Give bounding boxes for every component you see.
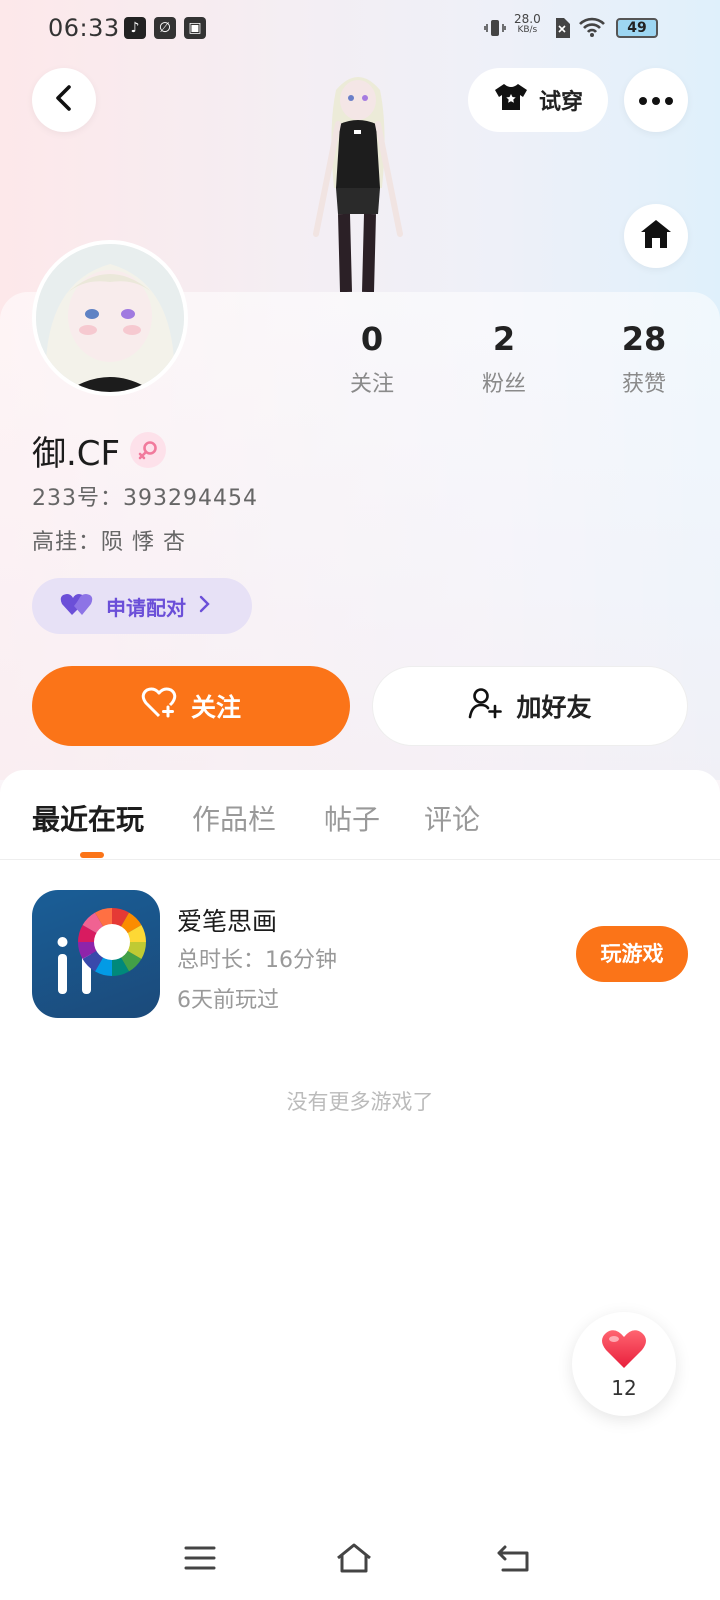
game-last-played: 6天前玩过: [177, 988, 279, 1013]
stat-label: 粉丝: [481, 372, 526, 397]
home-button[interactable]: [624, 204, 688, 268]
tab-recent-games[interactable]: 最近在玩: [32, 798, 144, 838]
game-name: 爱笔思画: [177, 907, 278, 936]
status-bar: 06:33 ♪ ∅ ▣ 28.0 KB/s 49: [0, 0, 720, 56]
wifi-icon: [578, 16, 606, 42]
add-user-icon: [468, 687, 503, 725]
nav-back-icon[interactable]: [494, 1540, 534, 1576]
female-gender-icon: [130, 432, 166, 468]
net-speed-value: 28.0: [514, 12, 541, 26]
follow-label: 关注: [190, 693, 241, 722]
heart-icon: [601, 1328, 647, 1374]
game-duration: 总时长：16分钟: [177, 948, 337, 973]
add-friend-label: 加好友: [516, 693, 592, 722]
user-status: 高挂：陨 悸 杏: [32, 530, 186, 555]
more-dots-icon: [638, 91, 674, 110]
tryon-label: 试穿: [538, 90, 583, 115]
stat-label: 获赞: [621, 372, 666, 397]
sim-off-icon: [554, 18, 570, 42]
tryon-button[interactable]: 试穿: [468, 68, 608, 132]
no-more-games-text: 没有更多游戏了: [286, 1090, 434, 1114]
tab-comments[interactable]: 评论: [424, 798, 480, 838]
battery-icon: 49: [616, 18, 658, 38]
stat-value: 2: [492, 320, 516, 358]
character-figure[interactable]: [296, 68, 420, 293]
user-id: 233号：393294454: [32, 486, 258, 511]
follow-button[interactable]: 关注: [32, 666, 350, 746]
tiktok-icon: ♪: [124, 17, 146, 39]
stat-value: 0: [360, 320, 384, 358]
game-app-icon[interactable]: [32, 890, 160, 1018]
home-icon: [639, 218, 673, 254]
like-count: 12: [611, 1376, 637, 1400]
like-button[interactable]: 12: [572, 1312, 676, 1416]
double-heart-icon: [60, 591, 94, 622]
match-label: 申请配对: [106, 595, 186, 620]
tab-posts[interactable]: 帖子: [324, 798, 380, 838]
chevron-left-icon: [52, 84, 76, 116]
username: 御.CF: [32, 434, 121, 474]
request-match-button[interactable]: 申请配对: [32, 578, 252, 634]
menu-icon[interactable]: [180, 1540, 220, 1576]
profile-tabs: 最近在玩 作品栏 帖子 评论: [0, 770, 720, 860]
add-friend-button[interactable]: 加好友: [372, 666, 688, 746]
vibrate-icon: [484, 18, 506, 42]
more-button[interactable]: [624, 68, 688, 132]
back-button[interactable]: [32, 68, 96, 132]
status-time: 06:33: [48, 14, 120, 42]
stat-following[interactable]: 0 关注: [334, 320, 410, 398]
tshirt-icon: [493, 82, 529, 118]
nav-home-icon[interactable]: [334, 1540, 374, 1576]
net-speed-unit: KB/s: [517, 25, 538, 35]
stat-value: 28: [621, 320, 667, 358]
stat-likes[interactable]: 28 获赞: [606, 320, 682, 398]
store-app-icon: ▣: [184, 17, 206, 39]
play-game-button[interactable]: 玩游戏: [576, 926, 688, 982]
active-tab-indicator: [80, 852, 104, 858]
stat-label: 关注: [349, 372, 394, 397]
net-speed: 28.0 KB/s: [514, 12, 541, 36]
heart-plus-icon: [141, 687, 177, 725]
chevron-right-icon: [198, 594, 210, 618]
stat-followers[interactable]: 2 粉丝: [466, 320, 542, 398]
avatar[interactable]: [32, 240, 188, 396]
tab-works[interactable]: 作品栏: [192, 798, 276, 838]
leaf-app-icon: ∅: [154, 17, 176, 39]
